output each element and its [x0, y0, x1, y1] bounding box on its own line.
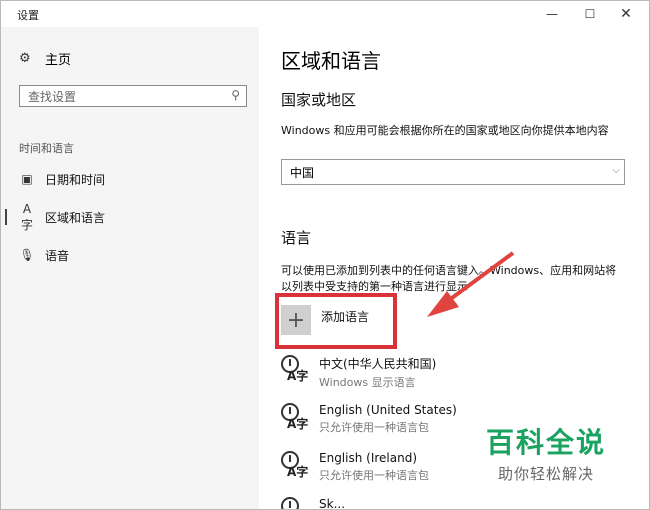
- watermark: 百科全说 助你轻松解决: [481, 421, 611, 484]
- watermark-subtitle: 助你轻松解决: [497, 465, 594, 483]
- watermark-title: 百科全说: [485, 426, 606, 459]
- settings-window: 设置 — ☐ ✕ ⚙ 主页 ⚲ 时间和语言 ▣ 日期和时间 A字 区域和语言 🎙…: [0, 0, 650, 510]
